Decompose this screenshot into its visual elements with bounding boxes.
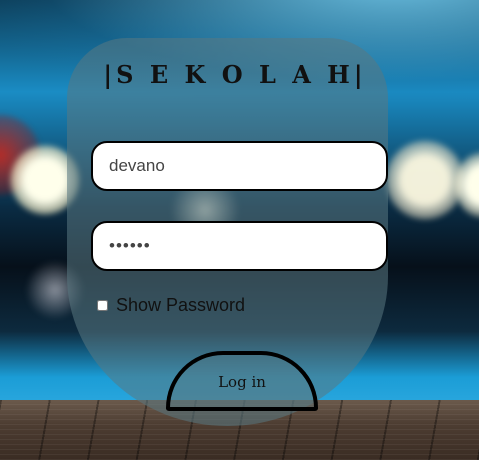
login-button-label: Log in	[218, 373, 266, 391]
bokeh-light	[385, 140, 465, 220]
show-password-row: Show Password	[97, 295, 245, 316]
app-title: |S E K O L A H|	[103, 60, 367, 89]
username-input[interactable]	[91, 141, 388, 191]
show-password-checkbox[interactable]	[97, 300, 108, 311]
show-password-label[interactable]: Show Password	[116, 295, 245, 316]
password-input[interactable]	[91, 221, 388, 271]
